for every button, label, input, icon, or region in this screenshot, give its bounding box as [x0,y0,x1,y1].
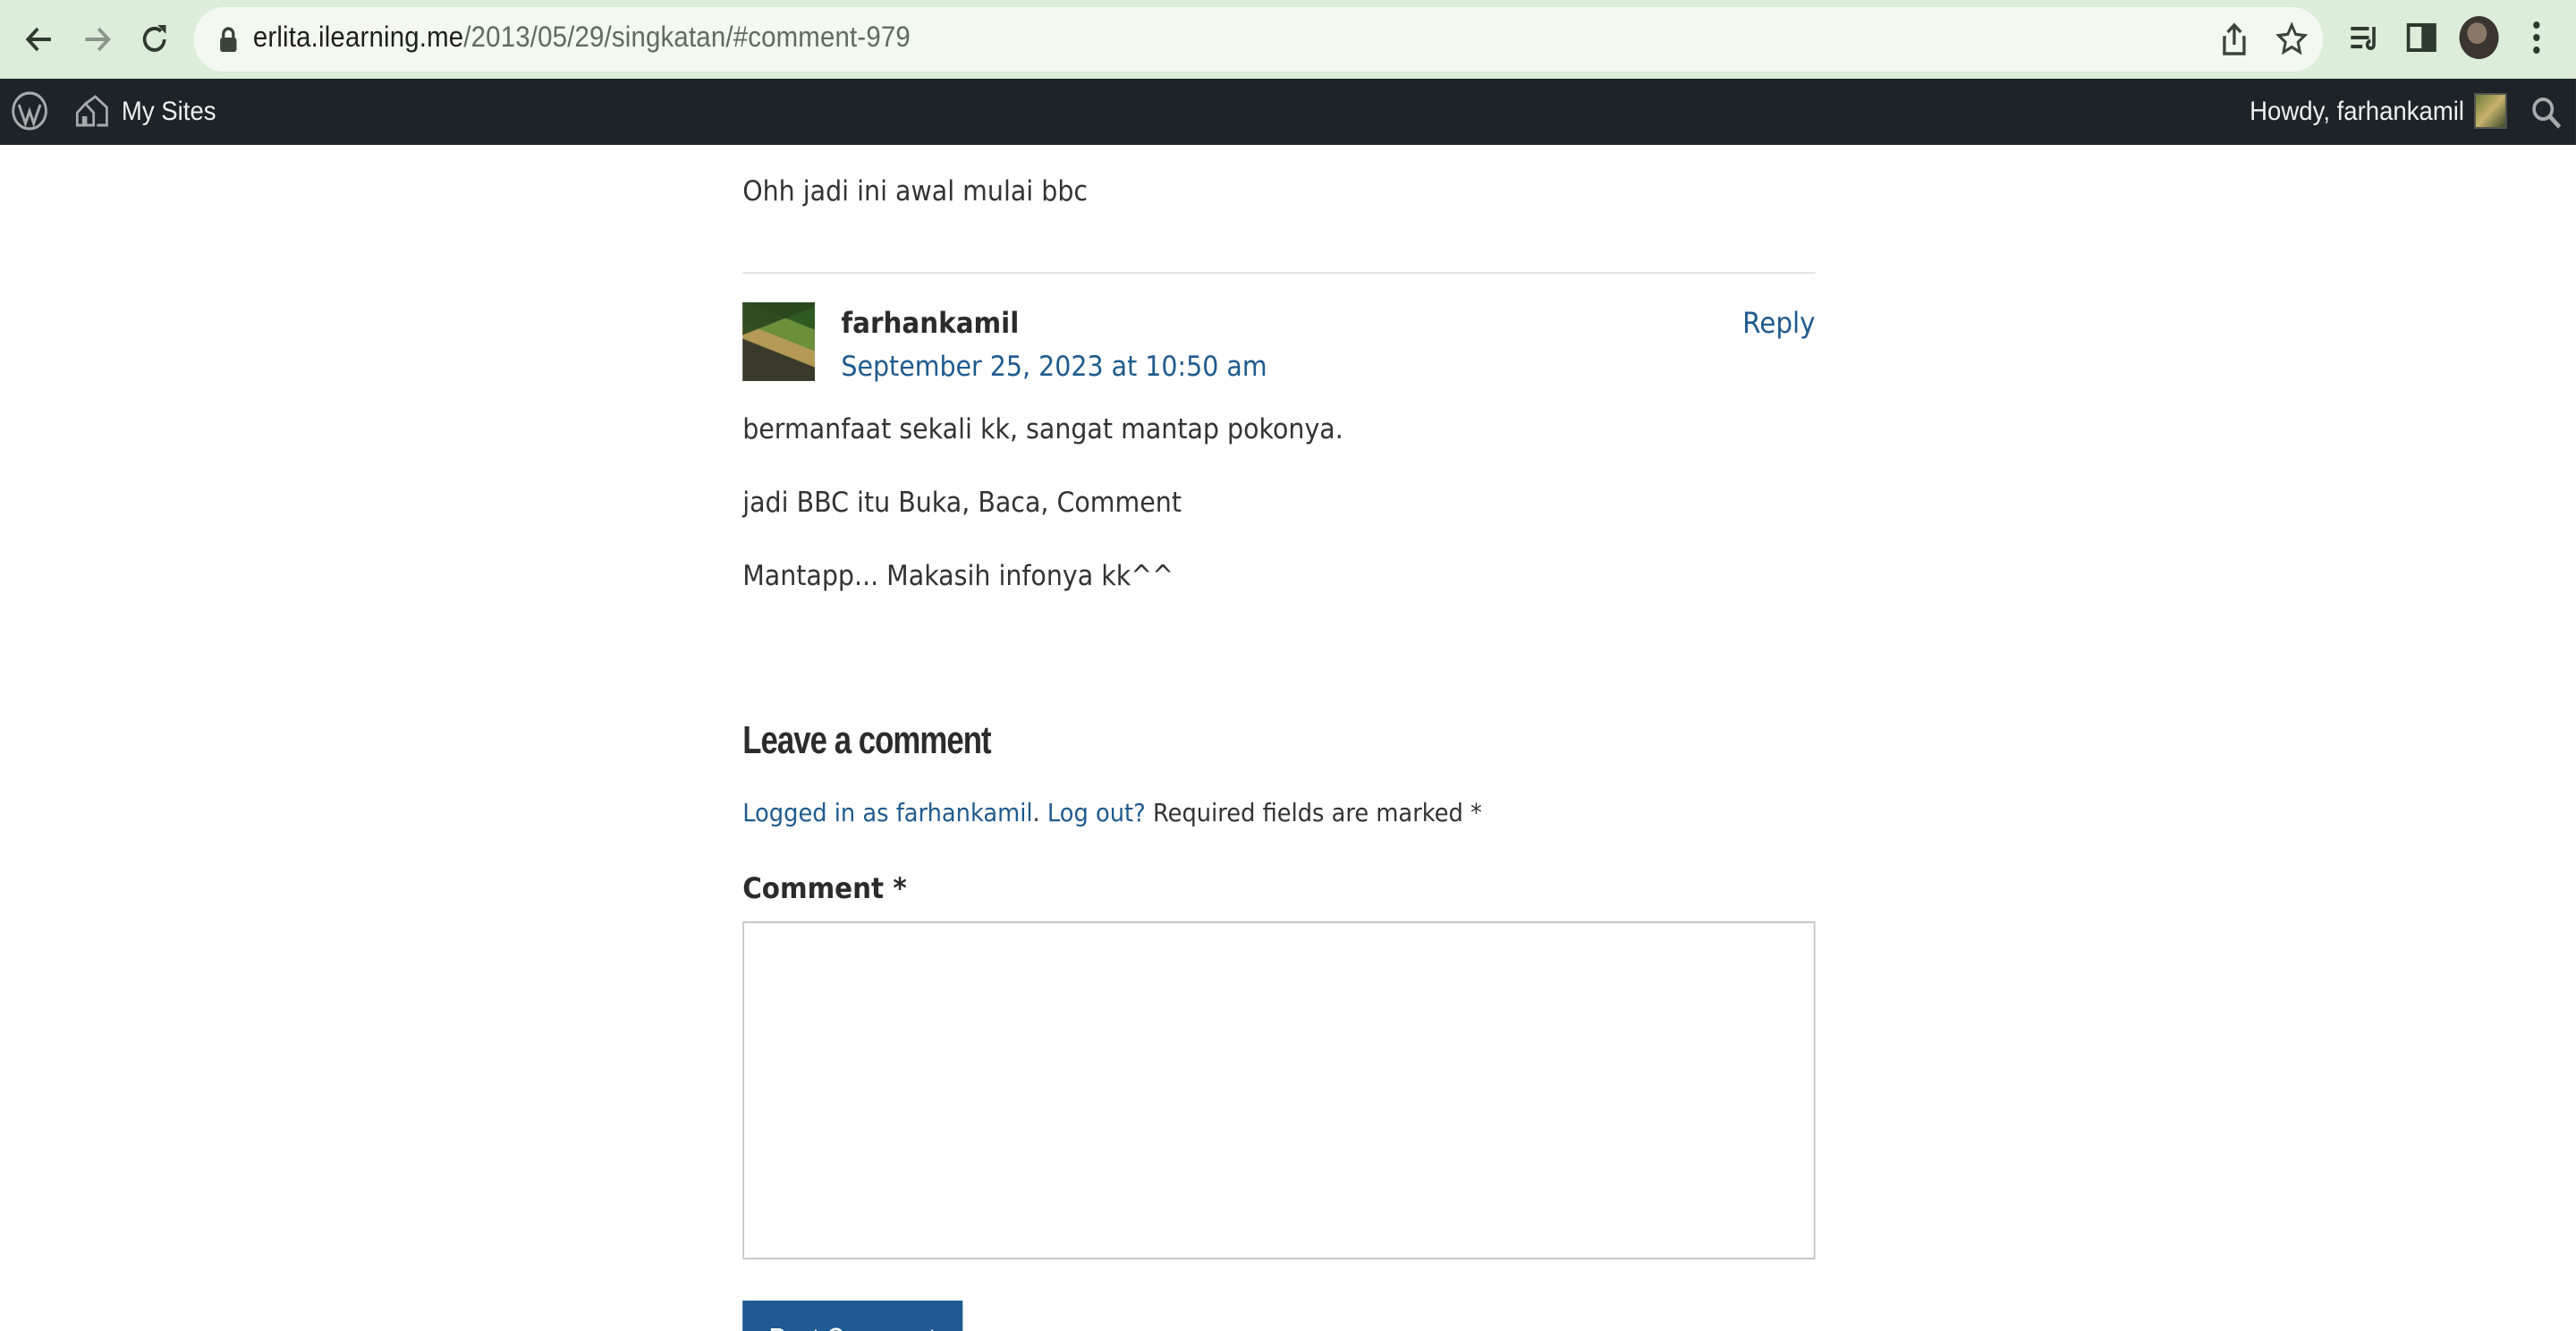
post-comment-label: Post Comment [769,1321,936,1331]
back-icon[interactable] [16,14,62,64]
comment-textarea[interactable] [742,921,1816,1259]
logged-in-as-link[interactable]: Logged in as farhankamil [742,800,1032,828]
logged-in-line: Logged in as farhankamil. Log out? Requi… [742,800,1482,828]
my-sites-menu[interactable]: My Sites [75,79,216,145]
side-panel-icon[interactable] [2403,18,2439,57]
wp-admin-bar: My Sites Howdy, farhankamil [0,79,2576,145]
more-menu-icon[interactable] [2519,18,2555,57]
leave-comment-title: Leave a comment [742,717,991,762]
comment-date-link[interactable]: September 25, 2023 at 10:50 am [841,351,1267,383]
url-host: erlita.ilearning.me [252,23,464,54]
comment-divider [742,272,1816,274]
url-path: /2013/05/29/singkatan/#comment-979 [463,23,911,54]
howdy-label: Howdy, farhankamil [2250,97,2465,127]
period: . [1032,800,1047,828]
star-icon[interactable] [2275,21,2309,57]
lock-icon[interactable] [216,25,240,54]
page-root: erlita.ilearning.me/2013/05/29/singkatan… [0,0,2576,1331]
post-comment-button[interactable]: Post Comment [742,1301,963,1331]
my-sites-icon [75,94,108,126]
comment-author-name: farhankamil [841,306,1020,340]
comment-paragraph: Mantapp... Makasih infonya kk^^ [742,560,1174,592]
admin-bar-avatar[interactable] [2474,93,2507,129]
share-icon[interactable] [2218,21,2251,57]
forward-icon[interactable] [74,14,120,64]
comment-paragraph: bermanfaat sekali kk, sangat mantap poko… [742,413,1343,445]
url-text[interactable]: erlita.ilearning.me/2013/05/29/singkatan… [253,21,911,57]
reading-list-icon[interactable] [2346,18,2382,57]
howdy-menu[interactable]: Howdy, farhankamil [2250,79,2464,145]
browser-toolbar: erlita.ilearning.me/2013/05/29/singkatan… [0,0,2576,79]
search-icon[interactable] [2530,95,2563,131]
wordpress-logo-icon[interactable] [12,91,47,131]
reply-link[interactable]: Reply [1742,306,1815,340]
address-bar[interactable]: erlita.ilearning.me/2013/05/29/singkatan… [193,7,2324,72]
logout-link[interactable]: Log out? [1047,800,1146,828]
previous-comment-text: Ohh jadi ini awal mulai bbc [742,175,1089,208]
reload-icon[interactable] [131,14,177,64]
comment-field-label: Comment * [742,871,907,905]
my-sites-label: My Sites [121,97,216,127]
required-note: Required fields are marked * [1145,800,1482,828]
comment-author-avatar [742,302,816,381]
comment-paragraph: jadi BBC itu Buka, Baca, Comment [742,487,1182,519]
profile-avatar[interactable] [2459,16,2499,59]
